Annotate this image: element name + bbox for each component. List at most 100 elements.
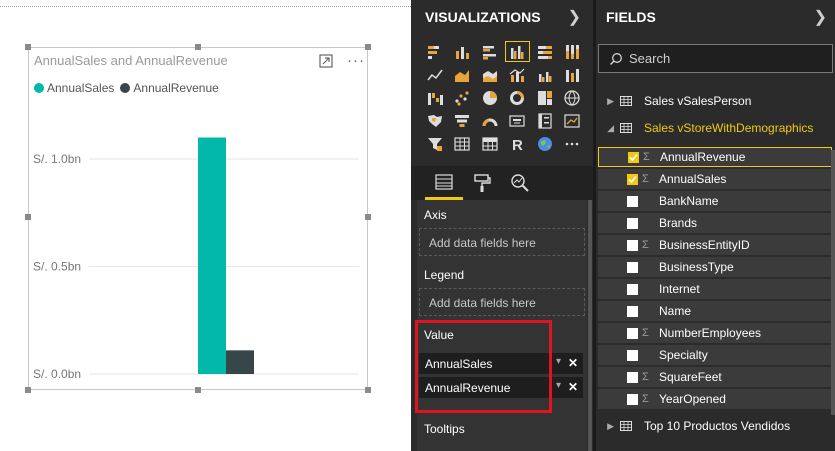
100-stacked-column-chart-icon[interactable]	[559, 40, 587, 63]
field-checkbox[interactable]	[627, 261, 638, 273]
svg-text:R: R	[512, 137, 523, 153]
visualizations-header: VISUALIZATIONS ❯	[411, 0, 593, 33]
map-icon[interactable]	[559, 86, 587, 109]
field-row[interactable]: BusinessType	[598, 257, 832, 277]
field-name: BusinessEntityID	[659, 238, 750, 252]
card-icon[interactable]	[504, 109, 532, 132]
table-sales-vsalesperson[interactable]: ▶ Sales vSalesPerson	[596, 90, 835, 112]
field-name: Specialty	[659, 348, 708, 362]
legend-item-annualrevenue[interactable]: AnnualRevenue	[120, 81, 219, 95]
matrix-icon[interactable]	[476, 132, 504, 155]
remove-field-icon[interactable]: ✕	[568, 380, 578, 394]
line-chart-icon[interactable]	[421, 63, 449, 86]
field-checkbox[interactable]	[627, 349, 638, 361]
fields-search-input[interactable]: Search	[598, 44, 833, 73]
report-canvas[interactable]: S/. 0.0bn S/. 0.5bn S/. 1.0bn AnnualSales …	[0, 0, 411, 451]
field-row[interactable]: Σ YearOpened	[598, 389, 832, 409]
field-dropdown-icon[interactable]: ▾	[556, 380, 561, 391]
clustered-bar-chart-icon[interactable]	[476, 40, 504, 63]
donut-chart-icon[interactable]	[504, 86, 532, 109]
bar-annualsales[interactable]	[198, 137, 226, 375]
field-checkbox[interactable]	[627, 239, 638, 251]
pie-chart-icon[interactable]	[476, 86, 504, 109]
table-name: Top 10 Productos Vendidos	[644, 419, 791, 433]
ribbon-chart-icon[interactable]	[559, 63, 587, 86]
funnel-chart-icon[interactable]	[449, 109, 477, 132]
100-stacked-bar-chart-icon[interactable]	[531, 40, 559, 63]
field-checkbox[interactable]	[627, 393, 638, 405]
stacked-bar-chart-icon[interactable]	[421, 40, 449, 63]
collapse-icon[interactable]: ◢	[596, 123, 614, 134]
visualizations-title: VISUALIZATIONS	[425, 8, 541, 25]
stacked-column-chart-icon[interactable]	[449, 40, 477, 63]
arcgis-globe-icon[interactable]	[531, 132, 559, 155]
field-row[interactable]: Σ AnnualSales	[598, 169, 832, 189]
remove-field-icon[interactable]: ✕	[568, 356, 578, 370]
tab-format[interactable]	[463, 166, 501, 200]
table-top-10-productos-vendidos[interactable]: ▶ Top 10 Productos Vendidos	[596, 415, 835, 437]
tab-fields[interactable]	[425, 166, 463, 200]
table-icon	[620, 123, 632, 133]
field-checkbox[interactable]	[627, 305, 638, 317]
expand-icon[interactable]: ▶	[596, 421, 614, 432]
table-sales-vstorewithdemographics[interactable]: ◢ Sales vStoreWithDemographics	[596, 117, 835, 139]
field-row[interactable]: Σ AnnualRevenue	[598, 147, 832, 167]
collapse-chevron-icon[interactable]: ❯	[814, 7, 827, 27]
wells-scrollbar[interactable]	[588, 200, 592, 451]
field-checkbox[interactable]	[628, 151, 639, 163]
field-row[interactable]: Σ BusinessEntityID	[598, 235, 832, 255]
more-options-icon[interactable]: ···	[347, 52, 365, 69]
collapse-chevron-icon[interactable]: ❯	[568, 7, 581, 27]
field-checkbox[interactable]	[627, 217, 638, 229]
tab-analytics[interactable]	[501, 166, 539, 200]
gauge-icon[interactable]	[476, 109, 504, 132]
chart-plot: S/. 0.0bn S/. 0.5bn S/. 1.0bn	[33, 137, 359, 381]
field-name: NumberEmployees	[659, 326, 762, 340]
table-icon[interactable]	[449, 132, 477, 155]
legend-item-annualsales[interactable]: AnnualSales	[34, 81, 114, 95]
field-checkbox[interactable]	[627, 195, 638, 207]
field-row[interactable]: Name	[598, 301, 832, 321]
fields-header: FIELDS ❯	[596, 0, 835, 33]
waterfall-chart-icon[interactable]	[421, 86, 449, 109]
line-and-clustered-column-chart-icon[interactable]	[531, 63, 559, 86]
sigma-icon: Σ	[642, 173, 649, 185]
kpi-icon[interactable]	[559, 109, 587, 132]
expand-icon[interactable]: ▶	[596, 96, 614, 107]
scatter-chart-icon[interactable]	[449, 86, 477, 109]
fields-scrollbar[interactable]	[831, 150, 835, 415]
area-chart-icon[interactable]	[449, 63, 477, 86]
r-script-visual-icon[interactable]: R	[504, 132, 532, 155]
treemap-icon[interactable]	[531, 86, 559, 109]
sigma-icon: Σ	[642, 393, 649, 405]
filled-map-icon[interactable]	[421, 109, 449, 132]
field-dropdown-icon[interactable]: ▾	[556, 356, 561, 367]
column-chart-visual[interactable]: S/. 0.0bn S/. 0.5bn S/. 1.0bn AnnualSales …	[25, 44, 371, 393]
stacked-area-chart-icon[interactable]	[476, 63, 504, 86]
field-row[interactable]: Σ SquareFeet	[598, 367, 832, 387]
slicer-icon[interactable]	[421, 132, 449, 155]
more-visuals-icon[interactable]	[559, 132, 587, 155]
bar-annualrevenue[interactable]	[226, 350, 254, 374]
field-row[interactable]: Σ NumberEmployees	[598, 323, 832, 343]
sigma-icon: Σ	[642, 327, 649, 339]
field-checkbox[interactable]	[627, 173, 638, 185]
field-row[interactable]: Internet	[598, 279, 832, 299]
legend-drop-zone[interactable]: Add data fields here	[419, 288, 585, 316]
focus-mode-icon[interactable]	[319, 54, 333, 68]
sigma-icon: Σ	[642, 371, 649, 383]
analytics-magnifier-icon	[511, 174, 529, 192]
axis-well-label: Axis	[424, 208, 447, 222]
multi-row-card-icon[interactable]	[531, 109, 559, 132]
line-and-stacked-column-chart-icon[interactable]	[504, 63, 532, 86]
field-name: SquareFeet	[659, 370, 722, 384]
field-checkbox[interactable]	[627, 371, 638, 383]
clustered-column-chart-icon[interactable]	[504, 40, 532, 63]
field-row[interactable]: Brands	[598, 213, 832, 233]
field-checkbox[interactable]	[627, 283, 638, 295]
axis-drop-zone[interactable]: Add data fields here	[419, 228, 585, 256]
field-row[interactable]: BankName	[598, 191, 832, 211]
field-name: BusinessType	[659, 260, 734, 274]
field-checkbox[interactable]	[627, 327, 638, 339]
field-row[interactable]: Specialty	[598, 345, 832, 365]
